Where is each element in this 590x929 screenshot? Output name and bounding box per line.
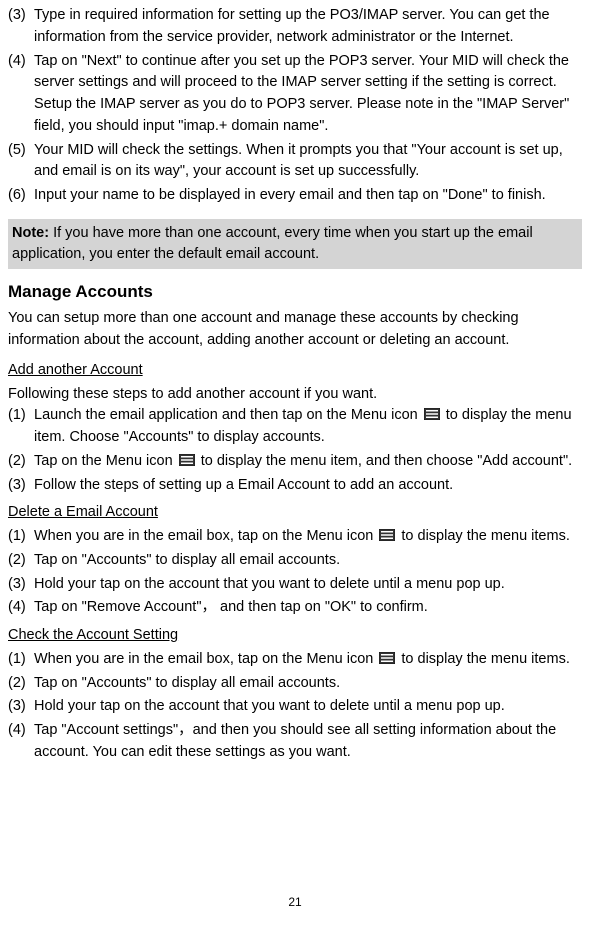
list-item: (1)Launch the email application and then… bbox=[8, 405, 582, 449]
list-number: (3) bbox=[8, 696, 34, 718]
heading-manage-accounts: Manage Accounts bbox=[8, 279, 582, 305]
list-item: (2)Tap on the Menu icon to display the m… bbox=[8, 451, 582, 473]
menu-icon bbox=[379, 529, 395, 541]
subhead-check: Check the Account Setting bbox=[8, 625, 582, 647]
list-number: (4) bbox=[8, 51, 34, 138]
subhead-add-another: Add another Account bbox=[8, 360, 582, 382]
list-number: (2) bbox=[8, 550, 34, 572]
list-number: (1) bbox=[8, 649, 34, 671]
list-text: Follow the steps of setting up a Email A… bbox=[34, 475, 582, 497]
add-another-intro: Following these steps to add another acc… bbox=[8, 384, 582, 406]
delete-steps: (1)When you are in the email box, tap on… bbox=[8, 526, 582, 619]
list-text: Hold your tap on the account that you wa… bbox=[34, 574, 582, 596]
manage-intro: You can setup more than one account and … bbox=[8, 308, 582, 352]
note-box: Note: If you have more than one account,… bbox=[8, 219, 582, 269]
list-number: (3) bbox=[8, 5, 34, 49]
list-item: (4)Tap "Account settings"，and then you s… bbox=[8, 720, 582, 764]
list-item: (2)Tap on "Accounts" to display all emai… bbox=[8, 550, 582, 572]
note-text: If you have more than one account, every… bbox=[12, 225, 533, 262]
list-item: (1)When you are in the email box, tap on… bbox=[8, 649, 582, 671]
list-item: (6)Input your name to be displayed in ev… bbox=[8, 185, 582, 207]
list-text: Launch the email application and then ta… bbox=[34, 405, 582, 449]
list-number: (3) bbox=[8, 475, 34, 497]
menu-icon bbox=[424, 408, 440, 420]
page-number: 21 bbox=[0, 893, 590, 911]
list-item: (5)Your MID will check the settings. Whe… bbox=[8, 140, 582, 184]
check-steps: (1)When you are in the email box, tap on… bbox=[8, 649, 582, 764]
list-text: Tap on "Remove Account"， and then tap on… bbox=[34, 597, 582, 619]
list-number: (4) bbox=[8, 597, 34, 619]
menu-icon bbox=[379, 652, 395, 664]
list-item: (3)Type in required information for sett… bbox=[8, 5, 582, 49]
list-text: Tap "Account settings"，and then you shou… bbox=[34, 720, 582, 764]
list-text: Type in required information for setting… bbox=[34, 5, 582, 49]
list-item: (2)Tap on "Accounts" to display all emai… bbox=[8, 673, 582, 695]
list-number: (1) bbox=[8, 526, 34, 548]
list-number: (2) bbox=[8, 451, 34, 473]
list-item: (3)Follow the steps of setting up a Emai… bbox=[8, 475, 582, 497]
list-number: (5) bbox=[8, 140, 34, 184]
list-item: (4)Tap on "Remove Account"， and then tap… bbox=[8, 597, 582, 619]
list-text: Tap on "Accounts" to display all email a… bbox=[34, 550, 582, 572]
list-number: (6) bbox=[8, 185, 34, 207]
list-number: (1) bbox=[8, 405, 34, 449]
list-text: When you are in the email box, tap on th… bbox=[34, 649, 582, 671]
setup-steps-continued: (3)Type in required information for sett… bbox=[8, 5, 582, 207]
list-text: Input your name to be displayed in every… bbox=[34, 185, 582, 207]
list-text: When you are in the email box, tap on th… bbox=[34, 526, 582, 548]
note-label: Note: bbox=[12, 225, 49, 241]
list-text: Your MID will check the settings. When i… bbox=[34, 140, 582, 184]
subhead-delete: Delete a Email Account bbox=[8, 502, 582, 524]
list-text: Tap on the Menu icon to display the menu… bbox=[34, 451, 582, 473]
list-text: Tap on "Accounts" to display all email a… bbox=[34, 673, 582, 695]
add-another-steps: (1)Launch the email application and then… bbox=[8, 405, 582, 496]
list-item: (3)Hold your tap on the account that you… bbox=[8, 696, 582, 718]
list-number: (2) bbox=[8, 673, 34, 695]
list-number: (3) bbox=[8, 574, 34, 596]
list-text: Tap on "Next" to continue after you set … bbox=[34, 51, 582, 138]
menu-icon bbox=[179, 454, 195, 466]
list-item: (1)When you are in the email box, tap on… bbox=[8, 526, 582, 548]
list-text: Hold your tap on the account that you wa… bbox=[34, 696, 582, 718]
list-item: (4)Tap on "Next" to continue after you s… bbox=[8, 51, 582, 138]
list-item: (3)Hold your tap on the account that you… bbox=[8, 574, 582, 596]
list-number: (4) bbox=[8, 720, 34, 764]
